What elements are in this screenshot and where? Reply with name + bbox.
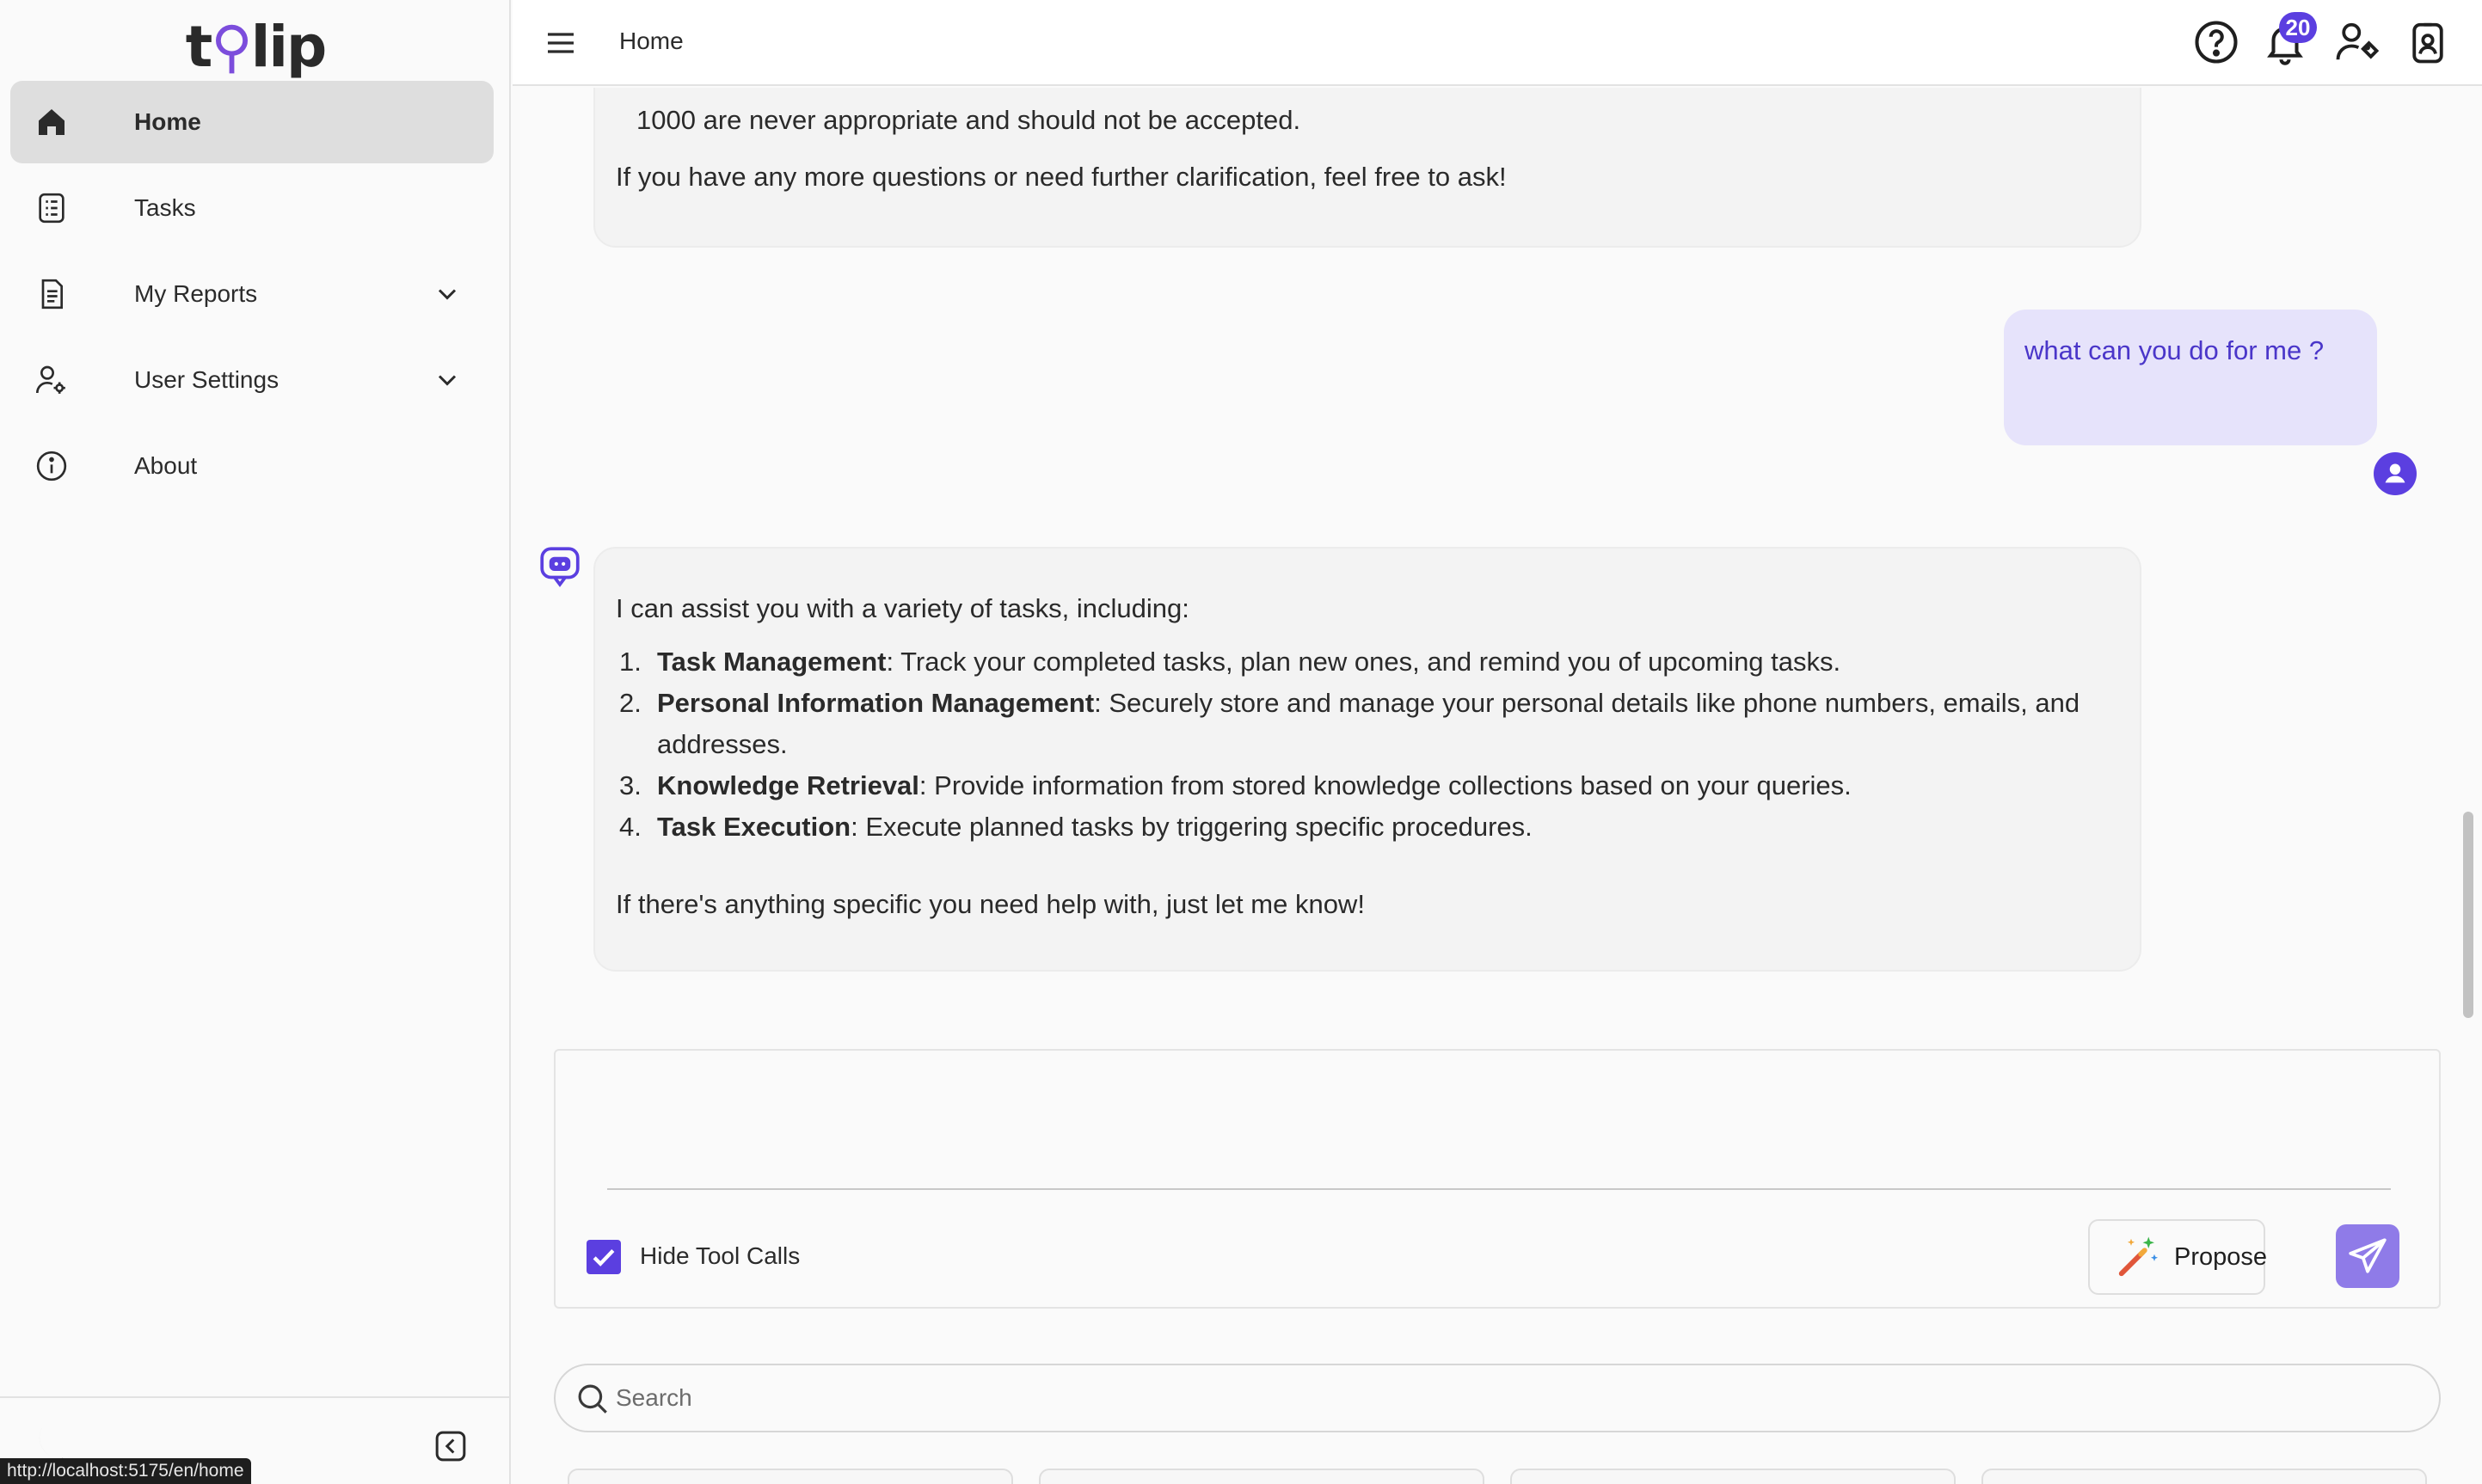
sidebar-item-my-reports[interactable]: My Reports [10, 253, 494, 335]
help-icon[interactable] [2193, 19, 2239, 65]
assistant-message: I can assist you with a variety of tasks… [593, 547, 2141, 972]
send-icon [2349, 1238, 2387, 1273]
capability-list: 1. Task Management: Track your completed … [619, 641, 2133, 848]
sidebar-nav: Home Tasks My Reports User Settings Abou… [10, 81, 494, 511]
profile-badge-icon[interactable] [2405, 19, 2451, 65]
report-icon [41, 279, 63, 310]
user-icon [2385, 463, 2405, 483]
user-message: what can you do for me ? [2004, 310, 2377, 445]
chat-scrollbar[interactable] [2463, 812, 2473, 1018]
search-input[interactable] [616, 1376, 2405, 1420]
sidebar-item-user-settings[interactable]: User Settings [10, 339, 494, 421]
chevron-down-icon[interactable] [432, 365, 463, 396]
message-text: I can assist you with a variety of tasks… [616, 593, 1189, 623]
list-item: 2. Personal Information Management: Secur… [619, 688, 2080, 759]
card[interactable] [568, 1469, 1013, 1484]
propose-label: Propose [2174, 1243, 2268, 1271]
avatar [2374, 452, 2417, 495]
chat-thread: 1000 are never appropriate and should no… [513, 88, 2460, 1025]
card[interactable] [1981, 1469, 2427, 1484]
home-icon [39, 109, 65, 135]
sidebar-item-label: My Reports [134, 280, 258, 307]
collapse-sidebar-icon[interactable] [433, 1429, 468, 1463]
sidebar: t⚲lip Home Tasks My Reports User Setting… [0, 0, 511, 1484]
search-bar [554, 1364, 2441, 1432]
chevron-down-icon[interactable] [432, 279, 463, 310]
sidebar-item-label: User Settings [134, 366, 280, 393]
sidebar-item-label: About [134, 452, 198, 479]
notification-badge: 20 [2279, 12, 2317, 43]
message-text: what can you do for me ? [2024, 335, 2325, 365]
user-tag-icon[interactable] [2334, 19, 2381, 65]
status-bar-url: http://localhost:5175/en/home [0, 1458, 251, 1484]
magic-wand-icon [2118, 1236, 2159, 1277]
assistant-message: 1000 are never appropriate and should no… [593, 88, 2141, 248]
user-settings-icon [36, 365, 65, 394]
sidebar-item-about[interactable]: About [10, 425, 494, 507]
card[interactable] [1510, 1469, 1956, 1484]
sidebar-item-label: Home [134, 108, 201, 135]
message-text: If you have any more questions or need f… [616, 162, 1507, 192]
input-underline [607, 1188, 2391, 1190]
sidebar-item-home[interactable]: Home [10, 81, 494, 163]
hide-tool-calls-checkbox[interactable] [587, 1240, 621, 1274]
bot-icon [540, 547, 580, 587]
sidebar-item-label: Tasks [134, 194, 196, 221]
sidebar-item-tasks[interactable]: Tasks [10, 167, 494, 249]
breadcrumb: Home [619, 28, 684, 54]
check-icon [593, 1249, 615, 1266]
message-text: If there's anything specific you need he… [616, 889, 1365, 919]
propose-button[interactable]: Propose [2088, 1219, 2268, 1295]
topbar: Home [513, 0, 2482, 86]
list-item: 3. Knowledge Retrieval: Provide informati… [619, 770, 1852, 800]
send-button[interactable] [2336, 1224, 2399, 1288]
search-icon [578, 1384, 607, 1413]
tasks-icon [39, 193, 65, 224]
info-icon [36, 451, 67, 481]
app-logo[interactable]: t⚲lip [0, 12, 511, 81]
card[interactable] [1039, 1469, 1484, 1484]
list-item: 1. Task Management: Track your completed … [619, 647, 1841, 677]
message-input[interactable] [607, 1068, 2391, 1173]
message-text: 1000 are never appropriate and should no… [636, 105, 1301, 135]
menu-icon[interactable] [544, 26, 578, 60]
list-item: 4. Task Execution: Execute planned tasks … [619, 812, 1533, 842]
message-composer: Hide Tool Calls Propose [554, 1049, 2441, 1309]
hide-tool-calls-label[interactable]: Hide Tool Calls [640, 1242, 800, 1270]
